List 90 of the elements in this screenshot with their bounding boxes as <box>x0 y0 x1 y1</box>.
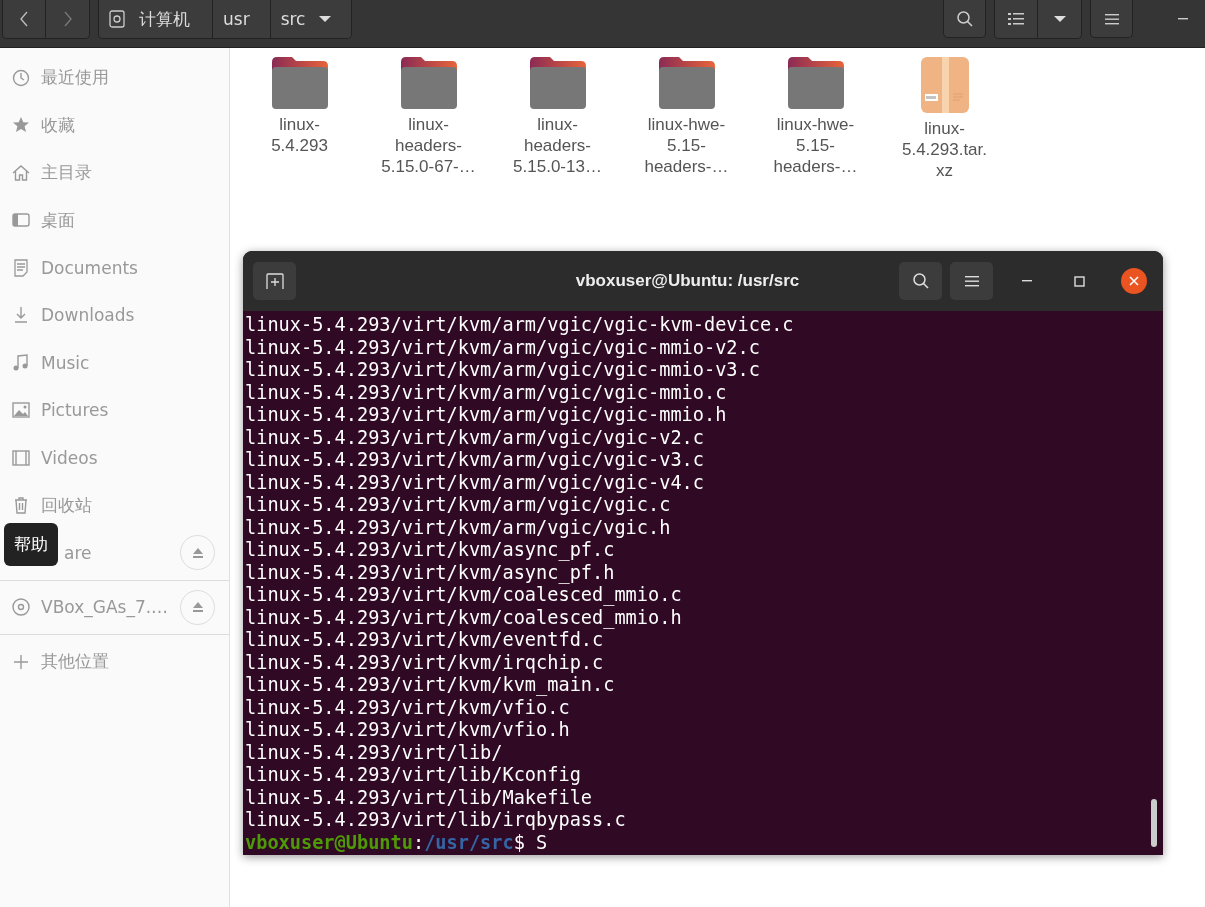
search-button[interactable] <box>899 262 942 300</box>
image-icon <box>11 400 31 421</box>
sidebar-item[interactable]: Pictures <box>0 386 229 434</box>
drive-icon <box>109 10 125 28</box>
terminal-line: linux-5.4.293/virt/lib/Kconfig <box>245 764 581 787</box>
folder-icon <box>269 56 330 110</box>
new-tab-icon <box>264 272 285 290</box>
prompt-user: vboxuser@Ubuntu <box>245 831 413 854</box>
terminal-line: linux-5.4.293/virt/kvm/arm/vgic/vgic-mmio.h <box>245 404 727 427</box>
back-icon <box>19 10 29 28</box>
terminal-line: linux-5.4.293/virt/lib/ <box>245 741 503 764</box>
prompt-separator: : <box>412 831 425 854</box>
window-title: vboxuser@Ubuntu: /usr/src <box>574 271 801 291</box>
close-icon <box>1129 276 1139 286</box>
search-button[interactable] <box>943 0 986 38</box>
folder-icon <box>398 56 459 110</box>
sidebar-item[interactable]: 桌面 <box>0 196 229 244</box>
terminal-line: linux-5.4.293/virt/kvm/coalesced_mmio.h <box>245 606 682 629</box>
tooltip: 帮助 <box>4 523 58 566</box>
terminal-line: linux-5.4.293/virt/kvm/coalesced_mmio.c <box>245 584 682 607</box>
terminal-line: linux-5.4.293/virt/kvm/async_pf.h <box>245 561 615 584</box>
path-segment[interactable]: src <box>270 0 352 38</box>
caret-icon <box>319 15 332 23</box>
terminal-line: linux-5.4.293/virt/kvm/arm/vgic/vgic-v3.c <box>245 449 704 472</box>
terminal-line: linux-5.4.293/virt/lib/Makefile <box>245 786 593 809</box>
file-item[interactable]: linux-hwe- 5.15- headers-… <box>751 56 880 181</box>
menu-icon <box>964 275 979 287</box>
prompt-symbol: $ <box>513 831 525 854</box>
disc-icon <box>11 597 31 618</box>
terminal-line: linux-5.4.293/virt/kvm/vfio.h <box>245 719 570 742</box>
eject-icon <box>191 602 204 613</box>
forward-icon <box>62 10 73 28</box>
menu-button[interactable] <box>1090 0 1133 38</box>
path-segment[interactable]: 计算机 <box>99 0 213 38</box>
sidebar-item[interactable]: Music <box>0 339 229 387</box>
folder-icon <box>527 56 588 110</box>
maximize-icon <box>1073 275 1085 287</box>
terminal-line: linux-5.4.293/virt/kvm/arm/vgic/vgic.h <box>245 516 671 539</box>
document-icon <box>11 257 31 278</box>
minimize-icon <box>1178 17 1188 21</box>
home-icon <box>11 162 31 183</box>
sidebar-item[interactable]: are <box>62 529 229 577</box>
sidebar-item[interactable]: 主目录 <box>0 149 229 197</box>
terminal-line: linux-5.4.293/virt/kvm/eventfd.c <box>245 629 604 652</box>
list-icon <box>1008 12 1024 26</box>
command-input[interactable]: S <box>536 831 548 854</box>
terminal-line: linux-5.4.293/virt/kvm/async_pf.c <box>245 539 615 562</box>
terminal-line: linux-5.4.293/virt/kvm/kvm_main.c <box>245 674 615 697</box>
terminal-line: linux-5.4.293/virt/kvm/irqchip.c <box>245 651 604 674</box>
menu-icon <box>1104 12 1119 25</box>
sidebar-item[interactable]: Videos <box>0 434 229 482</box>
archive-icon <box>919 56 970 114</box>
terminal-line: linux-5.4.293/virt/kvm/arm/vgic/vgic-mmio-v3.c <box>245 359 760 382</box>
folder-icon <box>785 56 846 110</box>
close-button[interactable] <box>1121 268 1147 294</box>
terminal-line: linux-5.4.293/virt/kvm/arm/vgic/vgic-mmio-v2.c <box>245 336 760 359</box>
file-item[interactable]: linux-hwe- 5.15- headers-… <box>622 56 751 181</box>
clock-icon <box>11 67 31 88</box>
path-segment[interactable]: usr <box>213 0 271 38</box>
eject-icon <box>191 547 204 558</box>
new-tab-button[interactable] <box>253 262 296 300</box>
sidebar-item[interactable]: VBox_GAs_7.… <box>0 583 229 631</box>
terminal-line: linux-5.4.293/virt/kvm/arm/vgic/vgic-kvm-device.c <box>245 314 794 337</box>
file-item[interactable]: linux- headers- 5.15.0-67-… <box>364 56 493 181</box>
sidebar-item[interactable]: 收藏 <box>0 101 229 149</box>
file-item[interactable]: linux- 5.4.293.tar. xz <box>880 56 1009 181</box>
terminal-line: linux-5.4.293/virt/kvm/arm/vgic/vgic-mmio.c <box>245 381 727 404</box>
sidebar-item[interactable]: 最近使用 <box>0 54 229 102</box>
music-note-icon <box>11 352 31 373</box>
terminal-line: linux-5.4.293/virt/kvm/arm/vgic/vgic-v4.c <box>245 471 704 494</box>
search-icon <box>955 9 974 28</box>
file-item[interactable]: linux- headers- 5.15.0-13… <box>493 56 622 181</box>
menu-button[interactable] <box>950 262 993 300</box>
film-icon <box>11 447 31 468</box>
caret-icon <box>1053 15 1066 23</box>
sidebar-item[interactable]: Documents <box>0 244 229 292</box>
sidebar-item[interactable]: Downloads <box>0 291 229 339</box>
file-item[interactable]: linux- 5.4.293 <box>235 56 364 181</box>
terminal-line: linux-5.4.293/virt/lib/irqbypass.c <box>245 809 626 832</box>
scrollbar[interactable] <box>1151 799 1157 847</box>
search-icon <box>911 272 930 290</box>
sidebar-item[interactable]: 其他位置 <box>0 638 229 686</box>
minimize-icon <box>1022 279 1032 283</box>
terminal-line: linux-5.4.293/virt/kvm/arm/vgic/vgic-v2.c <box>245 426 704 449</box>
view-button[interactable] <box>995 0 1038 38</box>
terminal-line: linux-5.4.293/virt/kvm/vfio.c <box>245 696 570 719</box>
view-options-button[interactable] <box>1038 0 1081 38</box>
folder-icon <box>656 56 717 110</box>
terminal-line: linux-5.4.293/virt/kvm/arm/vgic/vgic.c <box>245 494 671 517</box>
prompt-path: /usr/src <box>424 831 514 854</box>
